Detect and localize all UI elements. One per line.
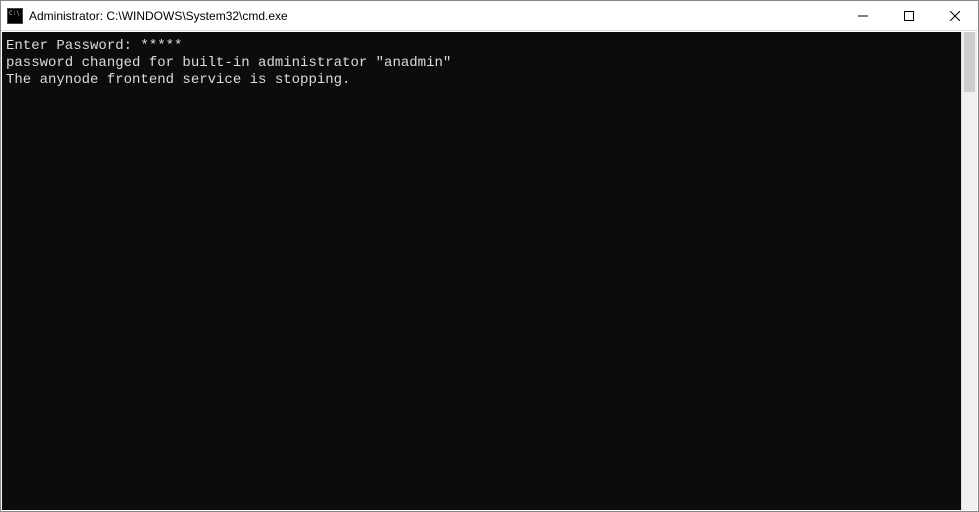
close-button[interactable] <box>932 1 978 30</box>
cmd-icon <box>7 8 23 24</box>
console-area: Enter Password: ***** password changed f… <box>1 31 978 511</box>
vertical-scrollbar[interactable] <box>961 32 977 510</box>
cmd-window: Administrator: C:\WINDOWS\System32\cmd.e… <box>0 0 979 512</box>
maximize-icon <box>904 11 914 21</box>
minimize-icon <box>858 11 868 21</box>
console-line: The anynode frontend service is stopping… <box>6 72 350 88</box>
close-icon <box>950 11 960 21</box>
window-title: Administrator: C:\WINDOWS\System32\cmd.e… <box>29 9 840 23</box>
console-line: password changed for built-in administra… <box>6 55 451 71</box>
titlebar[interactable]: Administrator: C:\WINDOWS\System32\cmd.e… <box>1 1 978 31</box>
maximize-button[interactable] <box>886 1 932 30</box>
console-output[interactable]: Enter Password: ***** password changed f… <box>2 32 961 510</box>
minimize-button[interactable] <box>840 1 886 30</box>
console-line: Enter Password: ***** <box>6 38 182 54</box>
window-controls <box>840 1 978 30</box>
scrollbar-thumb[interactable] <box>964 32 975 92</box>
